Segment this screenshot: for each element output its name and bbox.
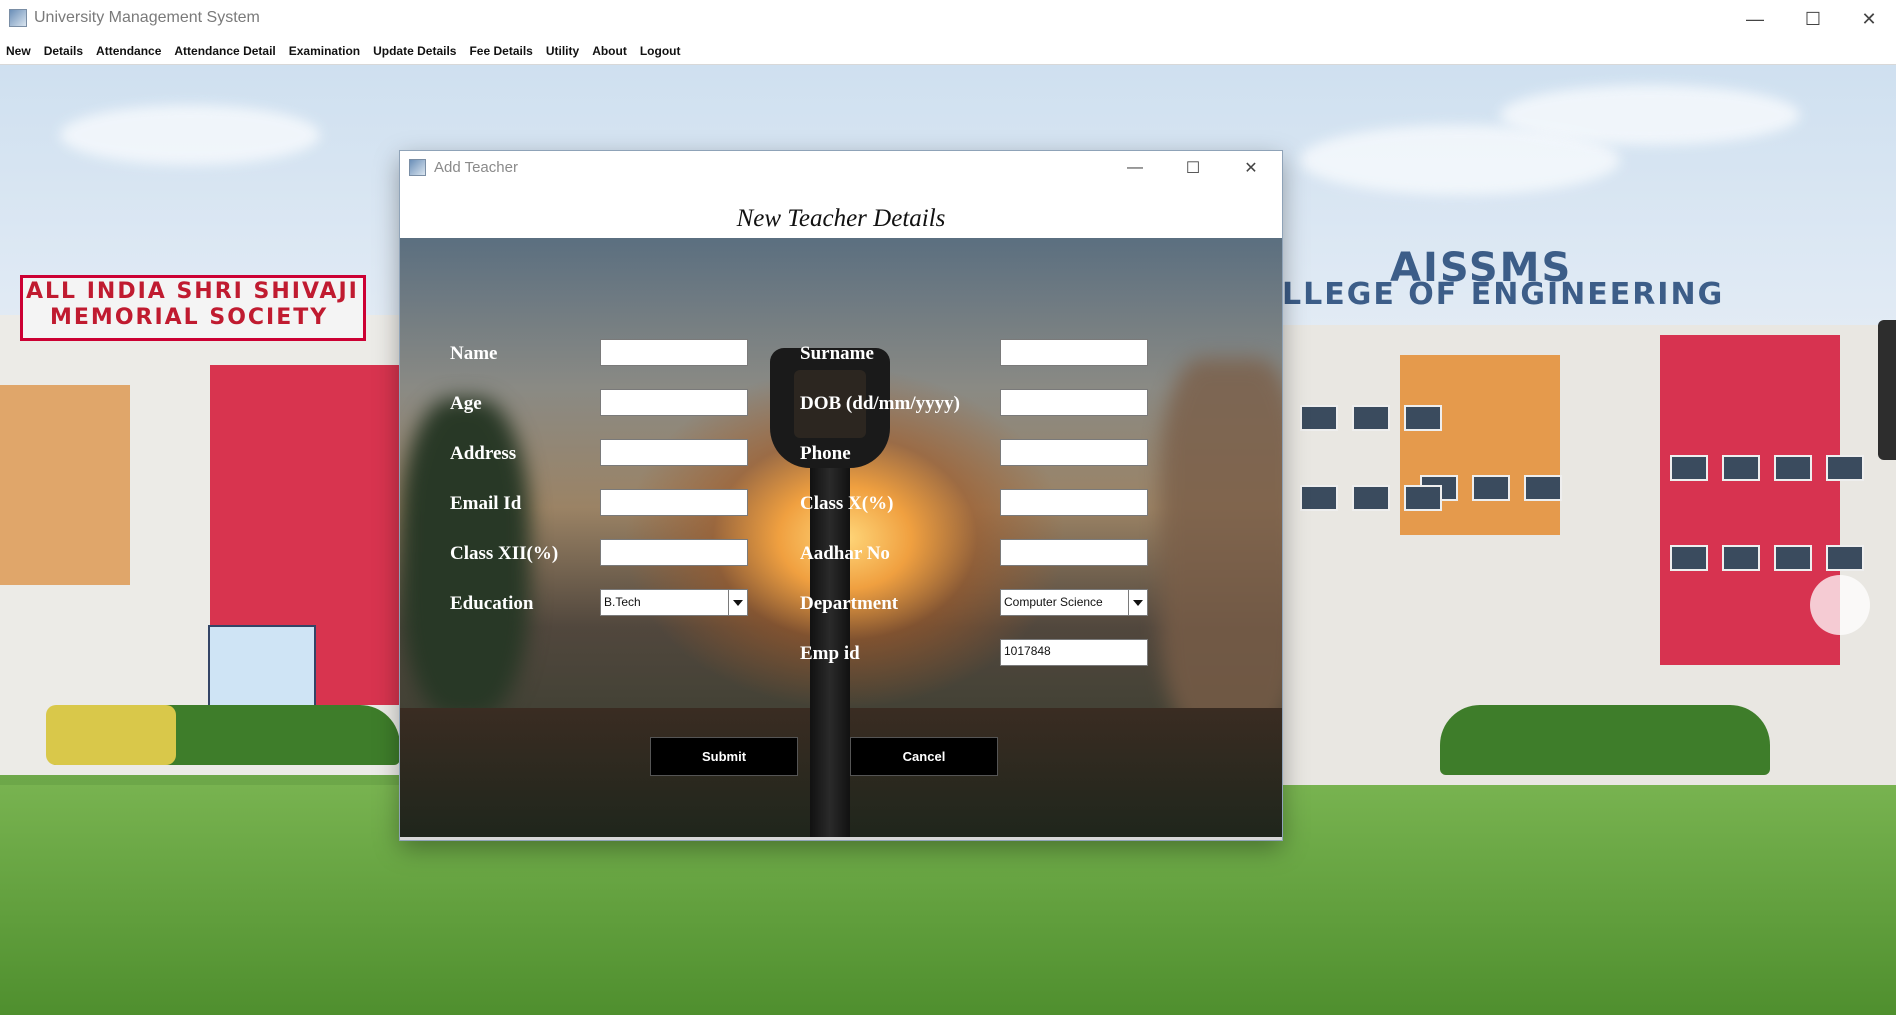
chevron-down-icon[interactable] [1128, 590, 1147, 615]
maximize-icon[interactable]: ☐ [1784, 0, 1842, 38]
name-label: Name [450, 343, 498, 364]
sign-text: LLEGE OF ENGINEERING [1282, 277, 1725, 312]
dob-field[interactable] [1000, 389, 1148, 416]
menu-bar: New Details Attendance Attendance Detail… [0, 38, 1896, 65]
dob-label: DOB (dd/mm/yyyy) [800, 393, 960, 414]
address-field[interactable] [600, 439, 748, 466]
dialog-bottom-border [400, 837, 1282, 840]
class-xii-label: Class XII(%) [450, 543, 559, 564]
phone-field[interactable] [1000, 439, 1148, 466]
aadhar-label: Aadhar No [800, 543, 890, 564]
email-label: Email Id [450, 493, 522, 514]
form-heading: New Teacher Details [736, 205, 946, 232]
minimize-icon[interactable]: — [1726, 0, 1784, 38]
cancel-button[interactable]: Cancel [850, 737, 998, 776]
emp-id-field: 1017848 [1000, 639, 1148, 666]
sign-text: ALL INDIA SHRI SHIVAJI [26, 279, 359, 304]
address-label: Address [450, 443, 517, 464]
close-icon[interactable]: ✕ [1840, 0, 1896, 38]
class-x-label: Class X(%) [800, 493, 894, 514]
menu-logout[interactable]: Logout [634, 44, 687, 58]
menu-update-details[interactable]: Update Details [367, 44, 462, 58]
menu-attendance[interactable]: Attendance [90, 44, 167, 58]
name-field[interactable] [600, 339, 748, 366]
email-field[interactable] [600, 489, 748, 516]
department-select-value: Computer Science [1004, 595, 1103, 609]
menu-utility[interactable]: Utility [540, 44, 585, 58]
education-select[interactable]: B.Tech [600, 589, 748, 616]
department-label: Department [800, 593, 899, 614]
department-select[interactable]: Computer Science [1000, 589, 1148, 616]
submit-button[interactable]: Submit [650, 737, 798, 776]
maximize-icon[interactable]: ☐ [1164, 151, 1222, 185]
main-title-bar: University Management System — ☐ ✕ [0, 0, 1896, 39]
form-background-image: Name Surname Age DOB (dd/mm/yyyy) Addres… [400, 238, 1282, 837]
java-app-icon [9, 9, 27, 27]
education-select-value: B.Tech [604, 595, 641, 609]
menu-about[interactable]: About [586, 44, 633, 58]
menu-examination[interactable]: Examination [283, 44, 366, 58]
close-icon[interactable]: ✕ [1222, 151, 1280, 185]
sign-text: MEMORIAL SOCIETY [50, 305, 329, 330]
menu-new[interactable]: New [0, 44, 37, 58]
minimize-icon[interactable]: — [1106, 151, 1164, 185]
side-toolbar[interactable] [1878, 320, 1896, 460]
aadhar-field[interactable] [1000, 539, 1148, 566]
java-app-icon [409, 159, 426, 176]
age-label: Age [450, 393, 482, 414]
surname-label: Surname [800, 343, 874, 364]
education-label: Education [450, 593, 534, 614]
surname-field[interactable] [1000, 339, 1148, 366]
age-field[interactable] [600, 389, 748, 416]
menu-attendance-detail[interactable]: Attendance Detail [168, 44, 281, 58]
class-x-field[interactable] [1000, 489, 1148, 516]
chevron-down-icon[interactable] [728, 590, 747, 615]
emp-id-label: Emp id [800, 643, 860, 664]
class-xii-field[interactable] [600, 539, 748, 566]
menu-fee-details[interactable]: Fee Details [463, 44, 538, 58]
phone-label: Phone [800, 443, 851, 464]
dialog-title: Add Teacher [434, 159, 518, 176]
window-title: University Management System [34, 9, 260, 26]
add-teacher-dialog: Add Teacher — ☐ ✕ New Teacher Details Na… [400, 151, 1282, 840]
menu-details[interactable]: Details [38, 44, 89, 58]
